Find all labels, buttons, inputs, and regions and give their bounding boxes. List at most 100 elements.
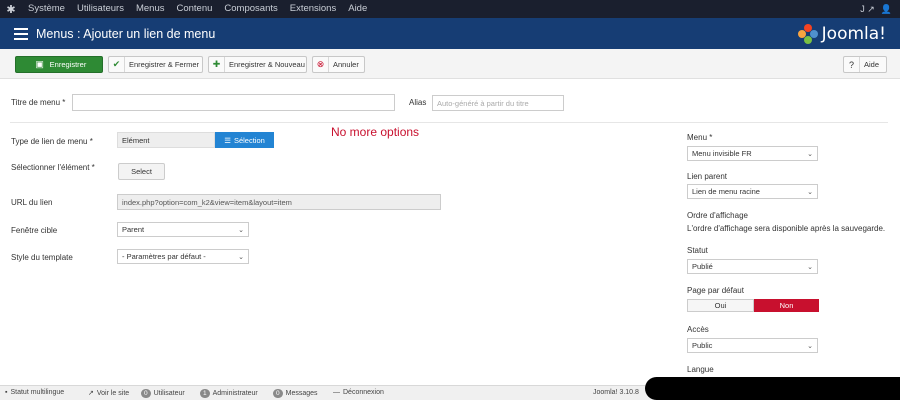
title-input[interactable]: [72, 94, 395, 111]
messages-status[interactable]: 0 Messages: [273, 389, 318, 398]
menu-select[interactable]: Menu invisible FR ⌄: [687, 146, 818, 161]
select-item-button[interactable]: Select: [118, 163, 165, 180]
view-site-link[interactable]: ↗ Voir le site: [88, 389, 130, 398]
joomla-wordmark: Joomla!: [821, 23, 886, 44]
url-input[interactable]: index.php?option=com_k2&view=item&layout…: [117, 194, 441, 210]
topnav-right: J ↗ 👤: [860, 4, 900, 15]
menu-item-extensions[interactable]: Extensions: [284, 0, 342, 18]
style-label: Style du template: [11, 253, 73, 262]
default-page-toggle: Oui Non: [687, 299, 819, 312]
users-count-badge: 0: [141, 389, 151, 398]
admins-status[interactable]: 1 Administrateur: [200, 389, 258, 398]
menu-item-content[interactable]: Contenu: [170, 0, 218, 18]
chevron-down-icon: ⌄: [238, 253, 244, 261]
save-close-button[interactable]: ✔ Enregistrer & Fermer: [108, 56, 203, 73]
minus-icon: —: [333, 389, 340, 396]
page-header: Menus : Ajouter un lien de menu Joomla!: [0, 18, 900, 49]
version-label: Joomla! 3.10.8: [593, 389, 639, 396]
divider: [10, 122, 888, 123]
user-icon[interactable]: 👤: [881, 4, 892, 15]
parent-label: Lien parent: [687, 172, 728, 181]
access-select[interactable]: Public ⌄: [687, 338, 818, 353]
admins-status-label: Administrateur: [212, 390, 258, 397]
list-icon: [14, 27, 28, 40]
menu-item-components[interactable]: Composants: [218, 0, 283, 18]
eye-icon: ▪: [5, 389, 8, 396]
target-select-value: Parent: [122, 225, 145, 234]
status-select-value: Publié: [692, 262, 713, 271]
menu-label: Menu *: [687, 133, 713, 142]
joomla-icon[interactable]: ✱: [0, 0, 22, 18]
chevron-down-icon: ⌄: [238, 226, 244, 234]
users-status[interactable]: 0 Utilisateur: [141, 389, 185, 398]
admins-count-badge: 1: [200, 389, 210, 398]
parent-select[interactable]: Lien de menu racine ⌄: [687, 184, 818, 199]
status-select[interactable]: Publié ⌄: [687, 259, 818, 274]
menu-item-help[interactable]: Aide: [342, 0, 373, 18]
page-title: Menus : Ajouter un lien de menu: [36, 26, 216, 41]
save-button-label: Enregistrer: [49, 60, 87, 69]
view-site-label: Voir le site: [96, 389, 130, 397]
default-page-non[interactable]: Non: [754, 299, 819, 312]
logout-link[interactable]: — Déconnexion: [333, 389, 384, 396]
joomla-logo-icon: [797, 23, 818, 44]
language-label: Langue: [687, 365, 714, 374]
users-status-label: Utilisateur: [153, 390, 185, 397]
menu-item-system[interactable]: Système: [22, 0, 71, 18]
external-link-icon[interactable]: J ↗: [860, 4, 875, 15]
chevron-down-icon: ⌄: [807, 188, 813, 196]
status-label: Statut: [687, 246, 708, 255]
type-label: Type de lien de menu *: [11, 137, 93, 146]
messages-count-badge: 0: [273, 389, 283, 398]
help-button-label: Aide: [864, 60, 880, 69]
check-icon: ✔: [109, 57, 125, 72]
external-link-icon: ↗: [88, 390, 94, 397]
menu-item-menus[interactable]: Menus: [130, 0, 171, 18]
menu-item-users[interactable]: Utilisateurs: [71, 0, 130, 18]
redaction-overlay: [645, 377, 900, 400]
access-label: Accès: [687, 325, 709, 334]
list-icon: ☰: [224, 135, 231, 145]
menu-select-value: Menu invisible FR: [692, 149, 752, 158]
order-text: L'ordre d'affichage sera disponible aprè…: [687, 224, 886, 233]
cancel-icon: ⊗: [313, 57, 329, 72]
order-label: Ordre d'affichage: [687, 211, 748, 220]
chevron-down-icon: ⌄: [807, 342, 813, 350]
save-button[interactable]: ▣ Enregistrer: [15, 56, 103, 73]
target-label: Fenêtre cible: [11, 226, 58, 235]
cancel-button-label: Annuler: [333, 60, 359, 69]
logout-label: Déconnexion: [343, 389, 384, 396]
parent-select-value: Lien de menu racine: [692, 187, 760, 196]
access-select-value: Public: [692, 341, 713, 350]
no-more-options-note: No more options: [331, 125, 420, 139]
save-close-button-label: Enregistrer & Fermer: [129, 60, 200, 69]
title-label: Titre de menu *: [11, 98, 66, 107]
cancel-button[interactable]: ⊗ Annuler: [312, 56, 365, 73]
messages-status-label: Messages: [285, 390, 318, 397]
version-text: Joomla! 3.10.8: [593, 389, 639, 396]
chevron-down-icon: ⌄: [807, 150, 813, 158]
joomla-logo: Joomla!: [797, 23, 886, 44]
save-icon: ▣: [35, 59, 44, 69]
save-new-button-label: Enregistrer & Nouveau: [229, 60, 305, 69]
alias-label: Alias: [409, 98, 427, 107]
plus-icon: ✚: [209, 57, 225, 72]
top-navigation: ✱ Système Utilisateurs Menus Contenu Com…: [0, 0, 900, 18]
alias-placeholder: Auto-généré à partir du titre: [437, 98, 529, 108]
save-new-button[interactable]: ✚ Enregistrer & Nouveau: [208, 56, 307, 73]
chevron-down-icon: ⌄: [807, 263, 813, 271]
default-page-oui[interactable]: Oui: [687, 299, 754, 312]
url-label: URL du lien: [11, 198, 53, 207]
help-icon: ?: [844, 57, 860, 72]
style-select[interactable]: - Paramètres par défaut - ⌄: [117, 249, 249, 264]
style-select-value: - Paramètres par défaut -: [122, 252, 206, 261]
alias-input[interactable]: Auto-généré à partir du titre: [432, 95, 564, 111]
multilang-status-label: Statut multilingue: [10, 389, 65, 396]
selection-button[interactable]: ☰ Sélection: [215, 132, 274, 148]
target-select[interactable]: Parent ⌄: [117, 222, 249, 237]
multilang-status[interactable]: ▪ Statut multilingue: [5, 389, 64, 396]
select-item-label: Sélectionner l'élément *: [11, 163, 95, 172]
help-button[interactable]: ? Aide: [843, 56, 887, 73]
toolbar: ▣ Enregistrer ✔ Enregistrer & Fermer ✚ E…: [0, 49, 900, 79]
type-value: Elément: [117, 132, 215, 148]
